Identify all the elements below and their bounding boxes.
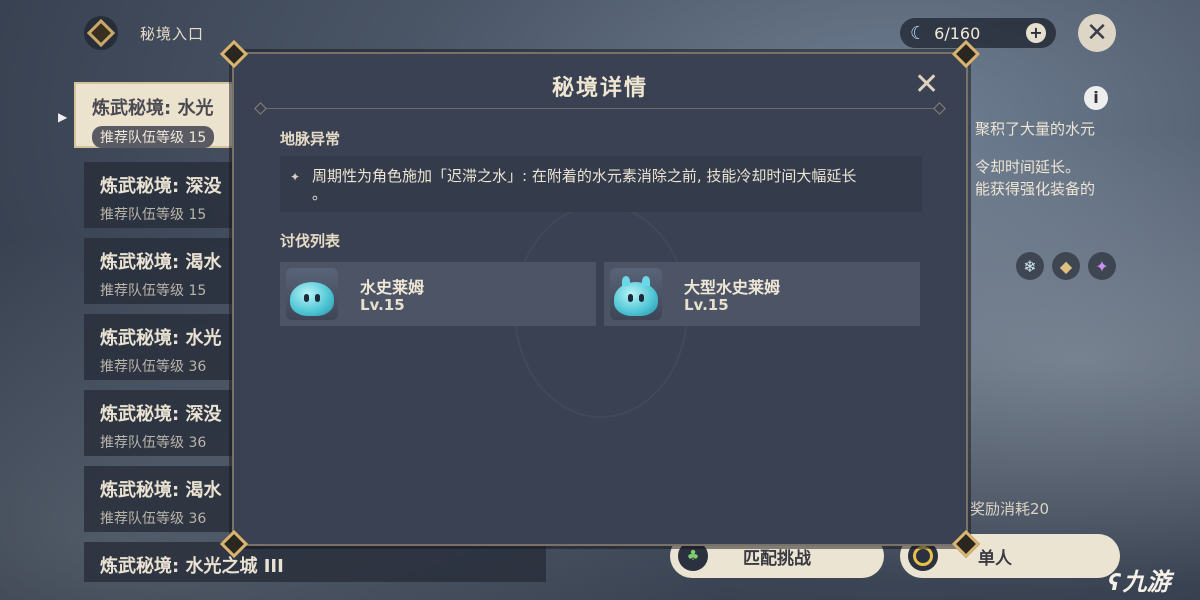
domain-details-dialog: 秘境详情 ✕ 地脉异常 ✦ 周期性为角色施加「迟滞之水」: 在附着的水元素消除之… xyxy=(219,39,981,559)
selected-arrow-icon: ▶ xyxy=(58,110,68,124)
reward-cost-text: 奖励消耗20 xyxy=(970,500,1050,518)
electro-icon: ✦ xyxy=(1088,252,1116,280)
recommended-level: 推荐队伍等级 15 xyxy=(92,126,215,148)
enemy-card[interactable]: 大型水史莱姆 Lv.15 xyxy=(604,262,920,326)
domain-description-line: 聚积了大量的水元 xyxy=(975,120,1096,138)
hydro-slime-icon xyxy=(286,268,338,320)
anomaly-text: 周期性为角色施加「迟滞之水」: 在附着的水元素消除之前, 技能冷却时间大幅延长 xyxy=(312,167,857,185)
enemy-level: Lv.15 xyxy=(360,296,405,314)
cryo-icon: ❄ xyxy=(1016,252,1044,280)
domain-description-line: 能获得强化装备的 xyxy=(975,180,1096,198)
title-divider xyxy=(264,108,936,109)
domain-description-line: 令却时间延长。 xyxy=(975,158,1081,176)
enemy-name: 大型水史莱姆 xyxy=(684,278,781,297)
enemy-name: 水史莱姆 xyxy=(360,278,425,297)
domain-name: 炼武秘境: 水光之城 III xyxy=(100,556,284,577)
large-hydro-slime-icon xyxy=(610,268,662,320)
moon-icon: ☾ xyxy=(910,22,927,44)
geo-icon: ◆ xyxy=(1052,252,1080,280)
sparkle-icon: ✦ xyxy=(290,170,301,184)
domain-list-item[interactable]: 炼武秘境: 水光之城 III xyxy=(84,542,546,582)
top-bar: 秘境入口 xyxy=(84,16,204,50)
match-button-label: 匹配挑战 xyxy=(743,548,811,569)
enemy-card[interactable]: 水史莱姆 Lv.15 xyxy=(280,262,596,326)
close-page-button[interactable]: ✕ xyxy=(1078,14,1116,52)
element-icons: ❄ ◆ ✦ xyxy=(1016,252,1116,280)
original-resin-counter: ☾ 6/160 + xyxy=(900,18,1056,48)
ley-line-anomaly-heading: 地脉异常 xyxy=(280,130,341,148)
add-resin-button[interactable]: + xyxy=(1026,23,1046,43)
watermark-logo: ʕ九游 xyxy=(1108,568,1171,596)
ley-line-anomaly-box: ✦ 周期性为角色施加「迟滞之水」: 在附着的水元素消除之前, 技能冷却时间大幅延… xyxy=(280,156,922,212)
close-dialog-button[interactable]: ✕ xyxy=(914,70,939,100)
enemy-list-heading: 讨伐列表 xyxy=(280,232,341,250)
enemy-level: Lv.15 xyxy=(684,296,729,314)
page-title: 秘境入口 xyxy=(140,24,205,43)
dialog-title: 秘境详情 xyxy=(551,76,648,101)
single-button-label: 单人 xyxy=(978,548,1012,569)
domain-diamond-icon[interactable] xyxy=(84,16,118,50)
resin-value: 6/160 xyxy=(934,23,981,43)
info-icon[interactable]: i xyxy=(1084,86,1108,110)
